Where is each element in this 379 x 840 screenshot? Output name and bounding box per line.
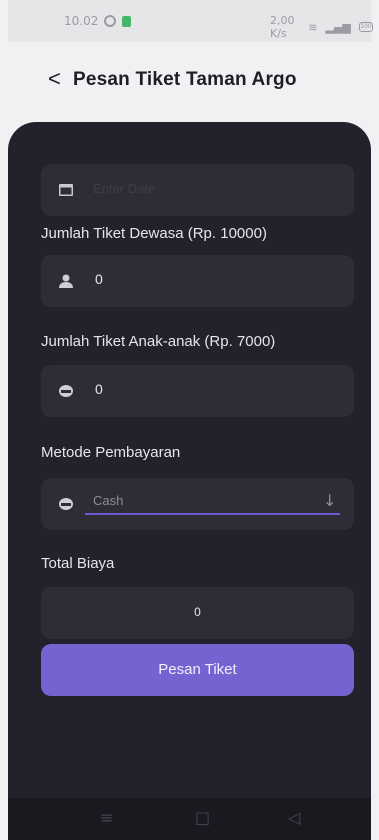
signal-icon: ▂▄▆ [325,20,351,34]
total-cost-value: 0 [194,605,201,619]
status-right: 2,00 K/s ≋ ▂▄▆ 100 [270,14,374,40]
status-time-group: 10.02 [64,14,132,28]
notification-icon [104,15,117,27]
payment-method-select[interactable]: Cash ↓ [41,478,354,530]
battery-icon: 100 [358,22,374,32]
adult-ticket-value: 0 [95,271,103,287]
form-panel: Enter Date Jumlah Tiket Dewasa (Rp. 1000… [8,122,371,798]
person-icon [59,274,73,288]
total-cost-label: Total Biaya [41,555,115,572]
date-placeholder: Enter Date [93,181,156,196]
network-speed: 2,00 K/s [270,14,295,40]
child-ticket-input[interactable]: 0 [41,365,354,417]
select-underline [85,513,340,515]
money-icon [59,498,73,510]
page-title: Pesan Tiket Taman Argo [73,69,297,90]
payment-method-value: Cash [93,493,124,508]
child-icon [59,385,73,397]
status-bar: 10.02 2,00 K/s ≋ ▂▄▆ 100 [8,0,374,42]
wifi-icon: ≋ [308,20,318,34]
payment-method-label: Metode Pembayaran [41,444,181,461]
system-nav-bar: ≡ □ ◁ [8,798,371,840]
child-ticket-value: 0 [95,381,103,397]
arrow-down-icon[interactable]: ↓ [323,491,336,510]
home-icon[interactable]: □ [195,808,210,827]
date-field[interactable]: Enter Date [41,164,354,216]
book-ticket-button[interactable]: Pesan Tiket [41,644,354,696]
back-icon[interactable]: ◁ [288,808,300,827]
back-button[interactable]: < [48,66,61,92]
app-header: < Pesan Tiket Taman Argo [8,42,371,122]
app-screen: 10.02 2,00 K/s ≋ ▂▄▆ 100 < Pesan Tiket T… [0,0,379,840]
total-cost-field: 0 [41,587,354,639]
adult-ticket-input[interactable]: 0 [41,255,354,307]
menu-icon[interactable]: ≡ [100,808,113,827]
child-ticket-label: Jumlah Tiket Anak-anak (Rp. 7000) [41,333,276,350]
app-notification-icon [122,15,132,27]
calendar-icon [59,184,73,196]
adult-ticket-label: Jumlah Tiket Dewasa (Rp. 10000) [41,225,267,242]
status-time: 10.02 [64,14,99,28]
